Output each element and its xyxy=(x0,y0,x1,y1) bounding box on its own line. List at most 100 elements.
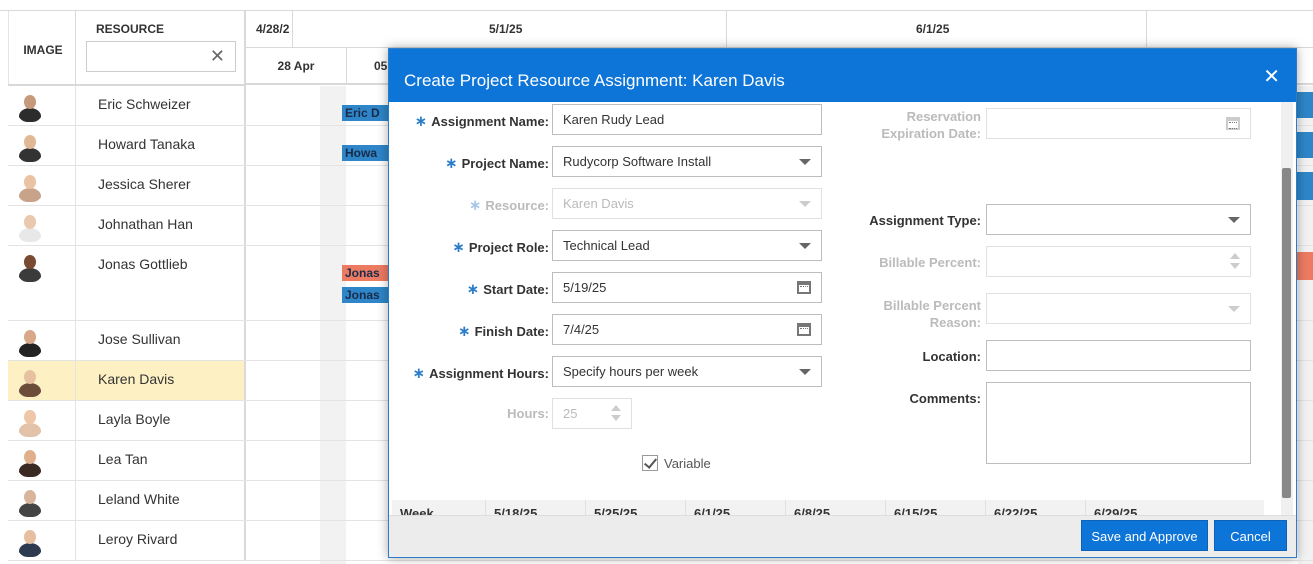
reservation-expiration-input xyxy=(986,108,1251,139)
assignment-bar[interactable]: Eric D xyxy=(342,105,392,121)
required-icon: ∗ xyxy=(445,155,458,172)
finish-date-input[interactable]: 7/4/25 xyxy=(552,314,822,345)
avatar xyxy=(17,367,43,397)
clear-filter-icon[interactable]: ✕ xyxy=(210,46,225,67)
avatar xyxy=(17,527,43,557)
assignment-dialog: Create Project Resource Assignment: Kare… xyxy=(388,48,1297,558)
project-role-select[interactable]: Technical Lead xyxy=(552,230,822,261)
chevron-down-icon xyxy=(1228,306,1240,312)
resource-name: Lea Tan xyxy=(98,451,148,467)
resource-image-cell xyxy=(8,206,76,245)
resource-label: ∗ Resource: xyxy=(468,197,549,214)
assignment-type-select[interactable] xyxy=(986,204,1251,235)
resource-name: Jonas Gottlieb xyxy=(98,256,188,272)
resource-name-cell[interactable]: Eric Schweizer xyxy=(76,86,246,125)
assignment-type-label: Assignment Type: xyxy=(869,213,981,228)
resource-image-cell xyxy=(8,481,76,520)
resource-name-cell[interactable]: Karen Davis xyxy=(76,361,246,400)
calendar-icon[interactable] xyxy=(797,323,811,336)
comments-textarea[interactable] xyxy=(986,382,1251,464)
week-date-header: 6/1/25 xyxy=(685,500,785,515)
cancel-button[interactable]: Cancel xyxy=(1214,520,1287,551)
chevron-down-icon xyxy=(799,369,811,375)
avatar xyxy=(17,92,43,122)
image-column-header: IMAGE xyxy=(8,11,76,85)
resource-image-cell xyxy=(8,401,76,440)
billable-percent-reason-label: Billable Percent Reason: xyxy=(883,298,981,330)
resource-name-cell[interactable]: Jessica Sherer xyxy=(76,166,246,205)
save-and-approve-button[interactable]: Save and Approve xyxy=(1081,520,1208,551)
project-name-label: ∗ Project Name: xyxy=(445,155,549,172)
required-icon: ∗ xyxy=(468,197,482,214)
resource-image-cell xyxy=(8,126,76,165)
location-input[interactable] xyxy=(986,340,1251,371)
week-date-header: 6/29/25 xyxy=(1085,500,1185,515)
avatar xyxy=(17,487,43,517)
hours-stepper: 25 xyxy=(552,398,632,429)
assignment-bar[interactable] xyxy=(1297,132,1313,158)
resource-name-cell[interactable]: Leland White xyxy=(76,481,246,520)
location-label: Location: xyxy=(922,349,982,364)
resource-name-cell[interactable]: Lea Tan xyxy=(76,441,246,480)
timeline-period-cell: 6/1/25 xyxy=(727,11,1147,48)
resource-image-cell xyxy=(8,86,76,125)
resource-name: Leroy Rivard xyxy=(98,531,178,547)
avatar xyxy=(17,407,43,437)
timeline-month-header: 4/28/2 5/1/25 6/1/25 xyxy=(246,11,1313,48)
weekly-hours-header: Week 5/18/25 5/25/25 6/1/25 6/8/25 6/15/25 6/2… xyxy=(392,500,1264,515)
required-icon: ∗ xyxy=(452,239,465,256)
assignment-bar[interactable] xyxy=(1297,92,1313,118)
project-role-label: ∗ Project Role: xyxy=(452,239,549,256)
resource-name: Eric Schweizer xyxy=(98,96,191,112)
resource-name: Layla Boyle xyxy=(98,411,171,427)
assignment-bar[interactable]: Jonas xyxy=(342,287,392,303)
resource-image-cell xyxy=(8,321,76,360)
week-date-header: 6/8/25 xyxy=(785,500,885,515)
avatar xyxy=(17,132,43,162)
resource-name-cell[interactable]: Johnathan Han xyxy=(76,206,246,245)
avatar xyxy=(17,172,43,202)
avatar xyxy=(17,252,43,282)
assignment-name-input[interactable]: Karen Rudy Lead xyxy=(552,104,822,135)
resource-name-cell[interactable]: Leroy Rivard xyxy=(76,521,246,560)
assignment-hours-select[interactable]: Specify hours per week xyxy=(552,356,822,387)
timeline-day-cell: 28 Apr xyxy=(246,48,347,84)
calendar-icon[interactable] xyxy=(797,281,811,294)
assignment-bar[interactable] xyxy=(1297,252,1313,280)
week-date-header: 5/18/25 xyxy=(485,500,585,515)
billable-percent-stepper xyxy=(986,246,1251,277)
dialog-scrollbar-thumb[interactable] xyxy=(1282,168,1291,498)
resource-image-cell xyxy=(8,521,76,560)
close-icon[interactable]: ✕ xyxy=(1263,64,1280,89)
image-header-label: IMAGE xyxy=(23,43,63,57)
assignment-bar[interactable]: Jonas xyxy=(342,265,392,281)
chevron-down-icon xyxy=(799,243,811,249)
variable-label: Variable xyxy=(664,456,711,471)
resource-name-cell[interactable]: Jonas Gottlieb xyxy=(76,246,246,320)
dialog-body: ∗ Assignment Name: Karen Rudy Lead ∗ Proje… xyxy=(389,102,1296,515)
assignment-bar[interactable]: Howa xyxy=(342,145,392,161)
timeline-period-cell: 4/28/2 xyxy=(246,11,293,48)
chevron-down-icon xyxy=(799,159,811,165)
resource-name-cell[interactable]: Layla Boyle xyxy=(76,401,246,440)
week-date-header: 6/15/25 xyxy=(885,500,985,515)
timeline-period-cell: 5/1/25 xyxy=(293,11,727,48)
assignment-bar[interactable] xyxy=(1297,172,1313,200)
resource-filter-input[interactable]: ✕ xyxy=(86,41,236,72)
start-date-label: ∗ Start Date: xyxy=(466,281,549,298)
finish-date-label: ∗ Finish Date: xyxy=(458,323,549,340)
start-date-input[interactable]: 5/19/25 xyxy=(552,272,822,303)
resource-name-cell[interactable]: Howard Tanaka xyxy=(76,126,246,165)
chevron-down-icon xyxy=(799,201,811,207)
chevron-down-icon xyxy=(1228,217,1240,223)
resource-name: Karen Davis xyxy=(98,371,175,387)
assignment-hours-label: ∗ Assignment Hours: xyxy=(412,365,549,382)
comments-label: Comments: xyxy=(909,391,981,406)
variable-checkbox[interactable] xyxy=(642,455,658,471)
resource-name-cell[interactable]: Jose Sullivan xyxy=(76,321,246,360)
resource-header-label: RESOURCE xyxy=(96,22,165,36)
project-name-select[interactable]: Rudycorp Software Install xyxy=(552,146,822,177)
resource-name: Jose Sullivan xyxy=(98,331,181,347)
hours-label: Hours: xyxy=(507,406,549,421)
avatar xyxy=(17,447,43,477)
